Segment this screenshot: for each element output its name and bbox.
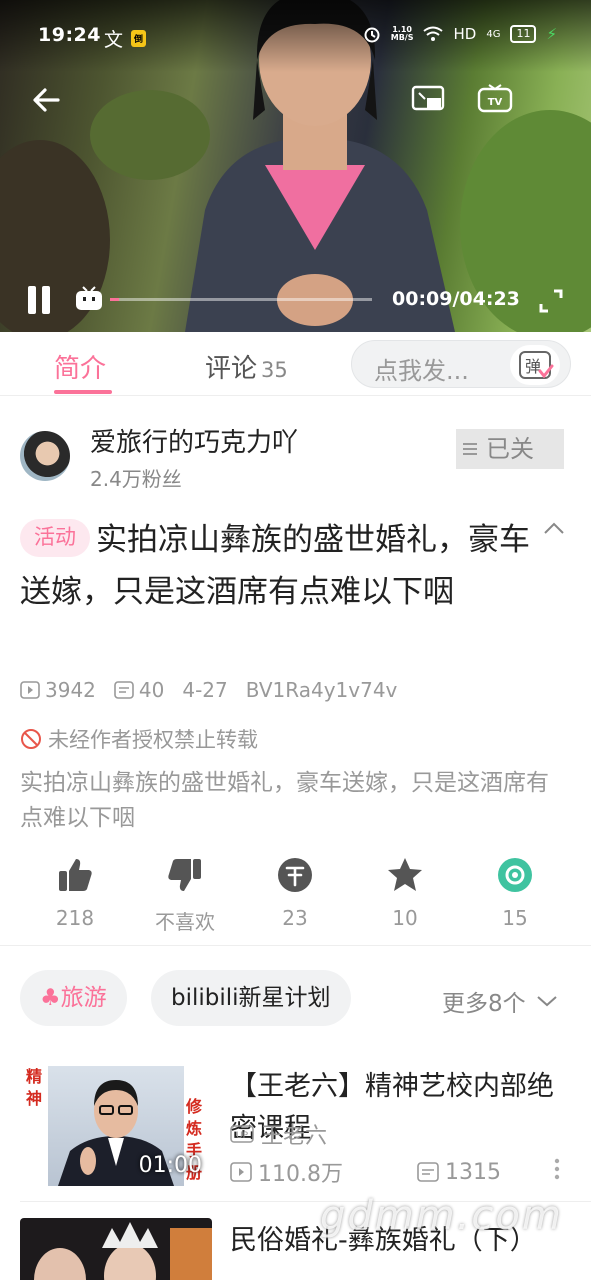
charging-icon: ⚡ (546, 25, 557, 43)
tv-cast-icon[interactable]: TV (477, 84, 513, 114)
wifi-icon (423, 26, 444, 41)
danmaku-toggle-icon[interactable] (75, 286, 103, 312)
forbidden-icon (21, 729, 41, 749)
favorite-button[interactable]: 10 (350, 856, 460, 930)
danmaku-count-icon (417, 1162, 439, 1182)
clock: 19:24 (38, 24, 101, 46)
tag-travel-label: 旅游 (60, 985, 107, 1011)
like-button[interactable]: 218 (20, 856, 130, 930)
language-icon: 文 (104, 29, 124, 51)
tab-comments-label: 评论 (205, 354, 258, 384)
picture-in-picture-icon[interactable] (411, 84, 447, 114)
danmaku-settings-button[interactable]: 弹 (510, 345, 560, 385)
action-row: 218 不喜欢 23 10 15 (0, 856, 591, 946)
tabs-bar: 简介 评论 35 点我发... 弹 (0, 332, 591, 396)
svg-text:UP: UP (236, 1131, 249, 1141)
share-count: 15 (502, 906, 528, 930)
thumbs-up-icon (59, 859, 92, 891)
recommendation-uploader: UP 王老六 (230, 1118, 327, 1150)
svg-text:TV: TV (488, 97, 503, 108)
uploader-info: 爱旅行的巧克力吖 2.4万粉丝 已关 (0, 418, 591, 498)
battery-icon: 11 (510, 25, 537, 43)
follow-button[interactable]: 已关 (456, 429, 564, 469)
thumbnail-text-left: 精神 (26, 1067, 43, 1108)
video-thumbnail[interactable] (20, 1218, 212, 1280)
chevron-down-icon (536, 996, 557, 1007)
comments-count: 35 (261, 358, 288, 382)
recommendation-uploader-name: 王老六 (261, 1124, 328, 1149)
thumbs-down-icon (168, 859, 201, 891)
tag-bili-plan[interactable]: bilibili新星计划 (151, 970, 351, 1026)
danmaku-icon: 弹 (519, 351, 554, 379)
publish-date: 4-27 (182, 678, 228, 702)
danmaku-placeholder: 点我发... (374, 357, 469, 385)
video-title: 实拍凉山彝族的盛世婚礼，豪车送嫁，只是这酒席有点难以下咽 (20, 522, 530, 610)
video-player[interactable]: 19:24 文 倒 1.10 MB/S HD 4G 11 ⚡ TV 00:09/0… (0, 0, 591, 332)
pause-icon[interactable] (28, 286, 52, 314)
hd-label: HD (453, 25, 477, 43)
tab-intro[interactable]: 简介 (54, 348, 106, 385)
alarm-icon (364, 27, 380, 43)
play-count-icon (20, 681, 40, 699)
star-icon (388, 858, 422, 891)
progress-bar[interactable] (110, 298, 372, 301)
danmaku-input[interactable]: 点我发... 弹 (351, 340, 571, 388)
progress-fill (110, 298, 119, 301)
like-count: 218 (55, 906, 95, 930)
recommendation-plays: 110.8万 (258, 1162, 343, 1187)
dislike-button[interactable]: 不喜欢 (130, 856, 240, 935)
more-tags-button[interactable]: 更多8个 (442, 984, 558, 1018)
coin-count: 23 (282, 906, 308, 930)
coin-button[interactable]: 23 (240, 856, 350, 930)
video-title-block: 活动 实拍凉山彝族的盛世婚礼，豪车送嫁，只是这酒席有点难以下咽 (20, 514, 530, 618)
more-tags-label: 更多8个 (442, 991, 526, 1017)
activity-tag[interactable]: 活动 (20, 519, 90, 557)
copyright-text: 未经作者授权禁止转载 (48, 728, 258, 752)
share-button[interactable]: 15 (460, 856, 570, 930)
video-duration: 01:00 (138, 1153, 202, 1178)
tab-comments[interactable]: 评论 35 (205, 348, 288, 385)
play-count-icon (230, 1162, 252, 1182)
back-arrow-icon[interactable] (28, 82, 64, 118)
bvid: BV1Ra4y1v74v (245, 678, 398, 702)
video-thumbnail[interactable]: 精神 修炼手册 01:00 (20, 1066, 212, 1186)
danmaku-icon-label: 弹 (525, 357, 541, 376)
menu-lines-icon (463, 443, 477, 455)
chevron-up-icon[interactable] (542, 520, 566, 536)
uploader-fans: 2.4万粉丝 (90, 467, 182, 491)
video-meta: 3942 40 4-27 BV1Ra4y1v74v (20, 678, 407, 702)
uploader-name[interactable]: 爱旅行的巧克力吖 (90, 422, 298, 459)
danmaku-count: 40 (138, 678, 165, 702)
tag-row: ♣旅游 bilibili新星计划 更多8个 (0, 968, 591, 1028)
time-display: 00:09/04:23 (392, 288, 520, 310)
network-speed: 1.10 MB/S (390, 25, 414, 42)
danmaku-count-icon (114, 681, 134, 699)
active-tab-indicator (54, 390, 112, 394)
favorite-count: 10 (392, 906, 418, 930)
fullscreen-icon[interactable] (538, 288, 564, 314)
dislike-label: 不喜欢 (155, 910, 215, 934)
tag-travel[interactable]: ♣旅游 (20, 970, 127, 1026)
app-notification-icon: 倒 (131, 30, 147, 47)
play-count: 3942 (45, 678, 96, 702)
video-description: 实拍凉山彝族的盛世婚礼，豪车送嫁，只是这酒席有点难以下咽 (20, 770, 549, 831)
recommendation-danmaku: 1315 (444, 1159, 501, 1185)
status-bar: 19:24 文 倒 1.10 MB/S HD 4G 11 ⚡ (0, 0, 591, 72)
player-controls: 00:09/04:23 (0, 280, 591, 320)
recommendation-stats: 110.8万 1315 (230, 1156, 501, 1188)
copyright-notice: 未经作者授权禁止转载 (20, 724, 258, 754)
watermark: gdmm.com (320, 1193, 563, 1239)
coin-icon (278, 858, 312, 892)
thumbnail-bride (20, 1218, 212, 1280)
share-icon (498, 858, 532, 892)
more-options-icon[interactable] (554, 1158, 560, 1180)
avatar[interactable] (20, 431, 70, 481)
up-badge-icon: UP (230, 1125, 254, 1143)
follow-label: 已关 (486, 435, 534, 463)
channel-icon: ♣ (40, 985, 61, 1011)
network-type: 4G (486, 28, 501, 40)
